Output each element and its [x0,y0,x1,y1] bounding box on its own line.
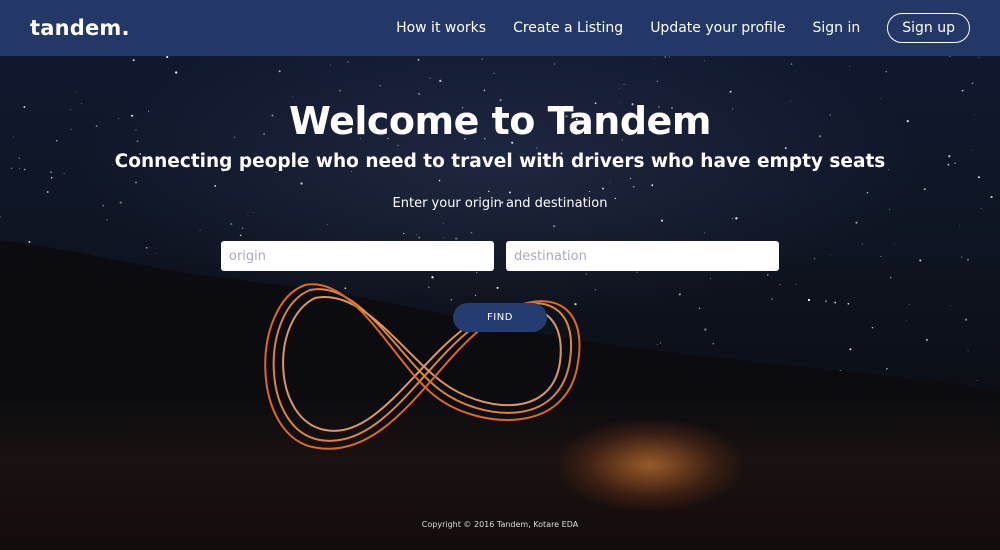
nav-sign-in[interactable]: Sign in [813,20,861,36]
navbar: tandem. How it works Create a Listing Up… [0,0,1000,56]
nav-create-listing[interactable]: Create a Listing [513,20,623,36]
search-form [221,241,779,271]
find-button[interactable]: FIND [453,303,547,332]
nav-how-it-works[interactable]: How it works [396,20,486,36]
footer-copyright: Copyright © 2016 Tandem, Kotare EDA [421,520,579,529]
hero: Welcome to Tandem Connecting people who … [0,95,1000,211]
nav-update-profile[interactable]: Update your profile [650,20,785,36]
hero-title: Welcome to Tandem [289,99,711,143]
brand-logo[interactable]: tandem. [30,16,130,40]
origin-input[interactable] [221,241,494,271]
hero-background-image [0,0,1000,550]
sign-up-button[interactable]: Sign up [887,13,970,43]
hero-subtitle: Connecting people who need to travel wit… [114,151,886,172]
main-nav: How it works Create a Listing Update you… [396,13,970,43]
search-prompt: Enter your origin and destination [392,196,608,211]
destination-input[interactable] [506,241,779,271]
light-painting-infinity [264,283,581,450]
